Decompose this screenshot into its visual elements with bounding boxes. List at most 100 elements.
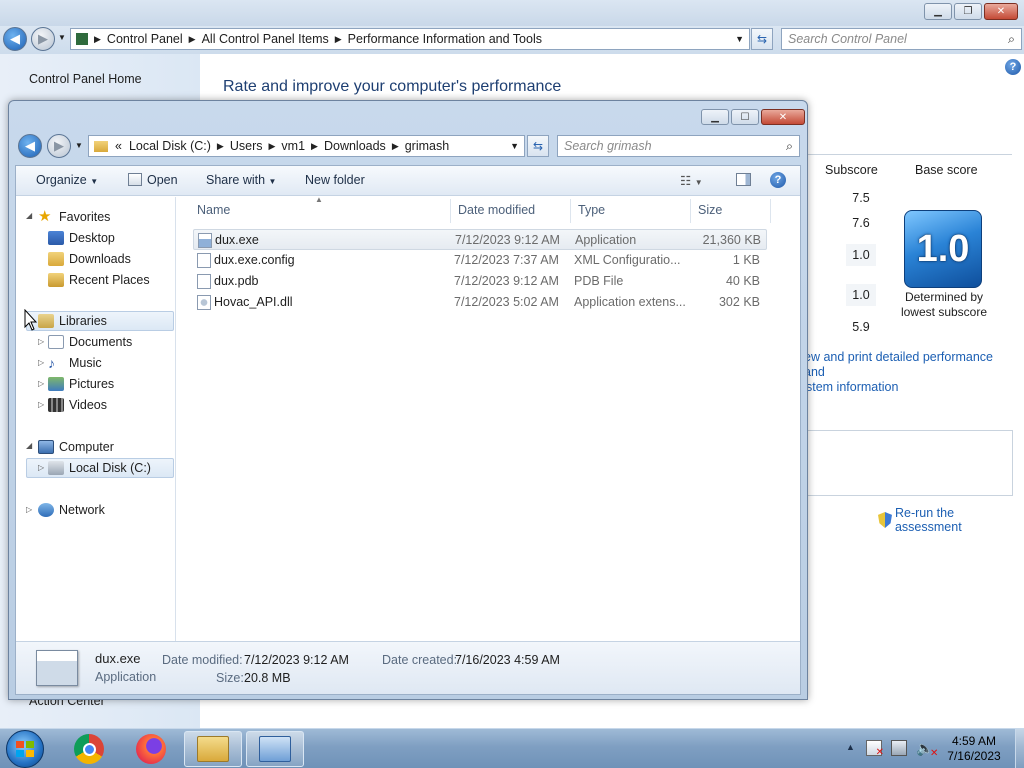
start-button[interactable] — [6, 730, 44, 768]
breadcrumb-grimash[interactable]: grimash — [401, 139, 453, 153]
column-header-date[interactable]: Date modified — [458, 203, 535, 217]
expand-arrow-icon[interactable]: ▷ — [38, 358, 44, 367]
nav-label: Videos — [69, 398, 107, 412]
search-icon: ⌕ — [1007, 31, 1015, 46]
preview-pane-icon[interactable] — [736, 173, 751, 186]
clock-date: 7/16/2023 — [947, 749, 1001, 763]
nav-downloads[interactable]: Downloads — [48, 249, 131, 269]
rerun-assessment-label[interactable]: Re-run the assessment — [895, 506, 1024, 534]
chevron-down-icon[interactable]: ▼ — [735, 34, 744, 44]
file-type: Application extens... — [574, 295, 686, 309]
recent-pages-icon[interactable]: ▼ — [75, 141, 83, 150]
minimize-button[interactable]: ▁ — [701, 109, 729, 125]
breadcrumb-vm1[interactable]: vm1 — [277, 139, 309, 153]
column-header-size[interactable]: Size — [698, 203, 722, 217]
nav-libraries[interactable]: Libraries — [26, 311, 174, 331]
nav-local-disk[interactable]: Local Disk (C:) — [26, 458, 174, 478]
details-pane: dux.exe Application Date modified: 7/12/… — [16, 641, 800, 694]
column-header-type[interactable]: Type — [578, 203, 605, 217]
refresh-button[interactable]: ⇆ — [527, 135, 549, 157]
taskbar-explorer[interactable] — [184, 731, 242, 767]
recent-pages-icon[interactable]: ▼ — [58, 33, 66, 42]
chevron-right-icon: ▶ — [268, 140, 276, 151]
breadcrumb-all-items[interactable]: All Control Panel Items — [198, 32, 333, 46]
nav-desktop[interactable]: Desktop — [48, 228, 115, 248]
expand-arrow-icon[interactable]: ◢ — [26, 441, 32, 450]
file-row[interactable]: dux.exe.config 7/12/2023 7:37 AM XML Con… — [193, 250, 767, 271]
rerun-assessment-link[interactable]: Re-run the assessment — [878, 506, 1024, 534]
show-hidden-icons-button[interactable]: ▲ — [846, 742, 855, 752]
print-details-link[interactable]: ew and print detailed performance and st… — [804, 350, 1016, 395]
subscore-value: 5.9 — [852, 320, 870, 334]
explorer-search-input[interactable]: Search grimash ⌕ — [557, 135, 800, 157]
expand-arrow-icon[interactable]: ▷ — [38, 337, 44, 346]
nav-pictures[interactable]: Pictures — [48, 374, 114, 394]
organize-button[interactable]: Organize ▼ — [36, 173, 98, 187]
share-with-button[interactable]: Share with ▼ — [206, 173, 276, 187]
open-button[interactable]: Open — [147, 173, 178, 187]
volume-muted-icon[interactable]: 🔈 ✕ — [916, 740, 938, 759]
nav-favorites[interactable]: ★ Favorites — [38, 207, 110, 227]
chevron-down-icon[interactable]: ▼ — [510, 141, 519, 151]
file-row[interactable]: dux.pdb 7/12/2023 9:12 AM PDB File 40 KB — [193, 271, 767, 292]
expand-arrow-icon[interactable]: ▷ — [38, 463, 44, 472]
nav-videos[interactable]: Videos — [48, 395, 107, 415]
back-button[interactable]: ◀ — [18, 134, 42, 158]
nav-music[interactable]: ♪ Music — [48, 353, 102, 373]
help-icon[interactable]: ? — [1005, 59, 1021, 75]
explorer-address-bar[interactable]: « Local Disk (C:) ▶ Users ▶ vm1 ▶ Downlo… — [88, 135, 525, 157]
print-details-link-line[interactable]: ew and print detailed performance and — [804, 350, 1016, 380]
refresh-icon: ⇆ — [532, 139, 544, 153]
view-options-button[interactable]: ☷ ▼ — [680, 173, 703, 188]
taskbar-chrome[interactable] — [60, 731, 118, 767]
nav-documents[interactable]: Documents — [48, 332, 132, 352]
control-panel-address-bar[interactable]: ▶ Control Panel ▶ All Control Panel Item… — [70, 28, 750, 50]
forward-button[interactable]: ▶ — [47, 134, 71, 158]
close-button[interactable]: ✕ — [761, 109, 805, 125]
close-button[interactable]: ✕ — [984, 3, 1018, 20]
network-status-icon[interactable] — [891, 740, 907, 756]
print-details-link-line[interactable]: stem information — [804, 380, 1016, 395]
star-icon: ★ — [38, 208, 52, 225]
forward-button[interactable]: ▶ — [31, 27, 55, 51]
show-desktop-button[interactable] — [1015, 729, 1024, 768]
taskbar-control-panel[interactable] — [246, 731, 304, 767]
expand-arrow-icon[interactable]: ▷ — [26, 505, 32, 514]
new-folder-button[interactable]: New folder — [305, 173, 365, 187]
breadcrumb-performance[interactable]: Performance Information and Tools — [344, 32, 546, 46]
control-panel-home-link[interactable]: Control Panel Home — [29, 72, 142, 86]
breadcrumb-downloads[interactable]: Downloads — [320, 139, 390, 153]
expand-arrow-icon[interactable]: ▷ — [38, 379, 44, 388]
action-center-flag-icon[interactable]: ✕ — [866, 740, 884, 758]
maximize-button[interactable]: ☐ — [731, 109, 759, 125]
breadcrumb-local-disk[interactable]: Local Disk (C:) — [125, 139, 215, 153]
column-header-name[interactable]: Name — [197, 203, 230, 217]
nav-recent-places[interactable]: Recent Places — [48, 270, 150, 290]
share-with-label: Share with — [206, 173, 266, 187]
file-row[interactable]: Hovac_API.dll 7/12/2023 5:02 AM Applicat… — [193, 292, 767, 313]
expand-arrow-icon[interactable]: ◢ — [26, 211, 32, 220]
expand-arrow-icon[interactable]: ▷ — [38, 400, 44, 409]
column-divider[interactable] — [690, 199, 691, 223]
nav-computer[interactable]: Computer — [38, 437, 114, 457]
help-icon[interactable]: ? — [770, 172, 786, 188]
system-clock[interactable]: 4:59 AM 7/16/2023 — [936, 734, 1012, 764]
restore-button[interactable]: ❐ — [954, 3, 982, 20]
breadcrumb-overflow[interactable]: « — [112, 139, 125, 153]
refresh-button[interactable]: ⇆ — [751, 28, 773, 50]
back-button[interactable]: ◀ — [3, 27, 27, 51]
file-name: dux.exe — [215, 233, 259, 247]
command-bar: Organize ▼ Open Share with ▼ New folder … — [16, 166, 800, 196]
nav-network[interactable]: Network — [38, 500, 105, 520]
taskbar-firefox[interactable] — [122, 731, 180, 767]
minimize-button[interactable]: ▁ — [924, 3, 952, 20]
breadcrumb-control-panel[interactable]: Control Panel — [103, 32, 187, 46]
column-divider[interactable] — [570, 199, 571, 223]
arrow-right-icon: ▶ — [54, 138, 64, 153]
breadcrumb-users[interactable]: Users — [226, 139, 267, 153]
chevron-right-icon: ▶ — [94, 33, 101, 44]
column-divider[interactable] — [770, 199, 771, 223]
column-divider[interactable] — [450, 199, 451, 223]
file-row[interactable]: dux.exe 7/12/2023 9:12 AM Application 21… — [193, 229, 767, 250]
control-panel-search-input[interactable]: Search Control Panel ⌕ — [781, 28, 1022, 50]
